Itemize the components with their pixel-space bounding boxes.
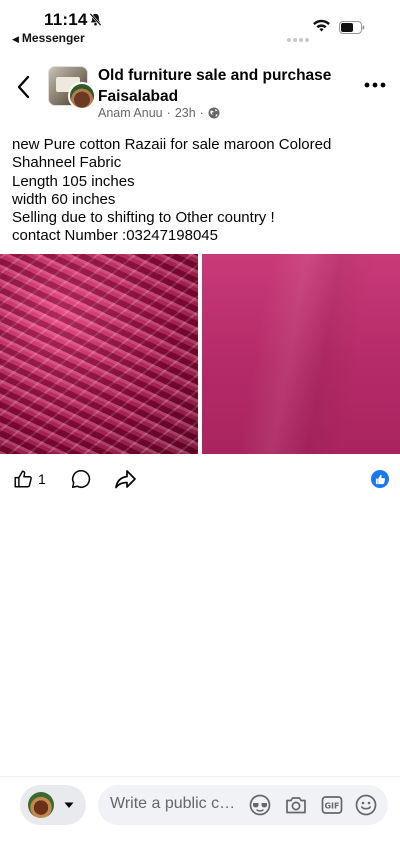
like-reaction-icon[interactable] [371,470,389,488]
emoji-icon[interactable] [354,793,378,817]
battery-icon [339,21,365,34]
post-photo-2[interactable] [202,254,400,454]
camera-icon[interactable] [284,793,308,817]
post-text-line: Shahneel Fabric [12,154,122,172]
sticker-icon[interactable] [248,793,272,817]
post-text-line: Length 105 inches [12,172,135,190]
silent-bell-icon [89,13,102,26]
thumbs-up-icon[interactable] [12,468,34,490]
author-avatar [68,82,96,110]
svg-text:GIF: GIF [324,802,339,811]
back-arrow-icon[interactable] [14,74,34,100]
comment-input[interactable]: Write a public comment… GIF [98,785,388,825]
comment-icon[interactable] [70,468,92,490]
cellular-signal-icon [287,29,311,47]
post-time[interactable]: 23h [175,106,196,120]
like-count[interactable]: 1 [38,471,46,487]
caret-down-icon [64,802,74,808]
status-bar: 11:14 ◀ Messenger [0,0,400,48]
post-meta: Anam Anuu · 23h · [98,106,220,120]
status-time: 11:14 [44,10,88,29]
post-photo-1[interactable] [0,254,198,454]
group-name[interactable]: Old furniture sale and purchase Faisalab… [98,65,346,107]
group-name-line-1: Old furniture sale and purchase [98,67,332,84]
like-reaction-thumb-icon [375,474,385,484]
comment-placeholder: Write a public comment… [110,795,238,812]
back-triangle-icon: ◀ [12,34,19,44]
post-text-line: contact Number :03247198045 [12,227,218,245]
post-text-line: new Pure cotton Razaii for sale maroon C… [12,136,332,153]
back-to-messenger-link[interactable]: ◀ Messenger [12,31,85,45]
public-globe-icon [208,107,220,119]
more-options-icon[interactable] [364,80,386,90]
post-text-line: Selling due to shifting to Other country… [12,209,275,227]
meta-separator: · [166,106,171,120]
gif-icon[interactable]: GIF [320,793,344,817]
meta-separator: · [199,106,204,120]
author-name[interactable]: Anam Anuu [98,106,163,120]
back-app-label: Messenger [21,31,85,45]
share-icon[interactable] [113,468,137,490]
group-avatar[interactable] [48,66,96,110]
wifi-icon [313,19,330,32]
post-text: new Pure cotton Razaii for sale maroon C… [12,136,388,246]
group-name-line-2: Faisalabad [98,88,179,105]
post-actions-bar: 1 [0,462,400,496]
user-avatar [28,792,54,818]
post-text-line: width 60 inches [12,190,116,208]
profile-switcher-button[interactable] [20,785,86,825]
